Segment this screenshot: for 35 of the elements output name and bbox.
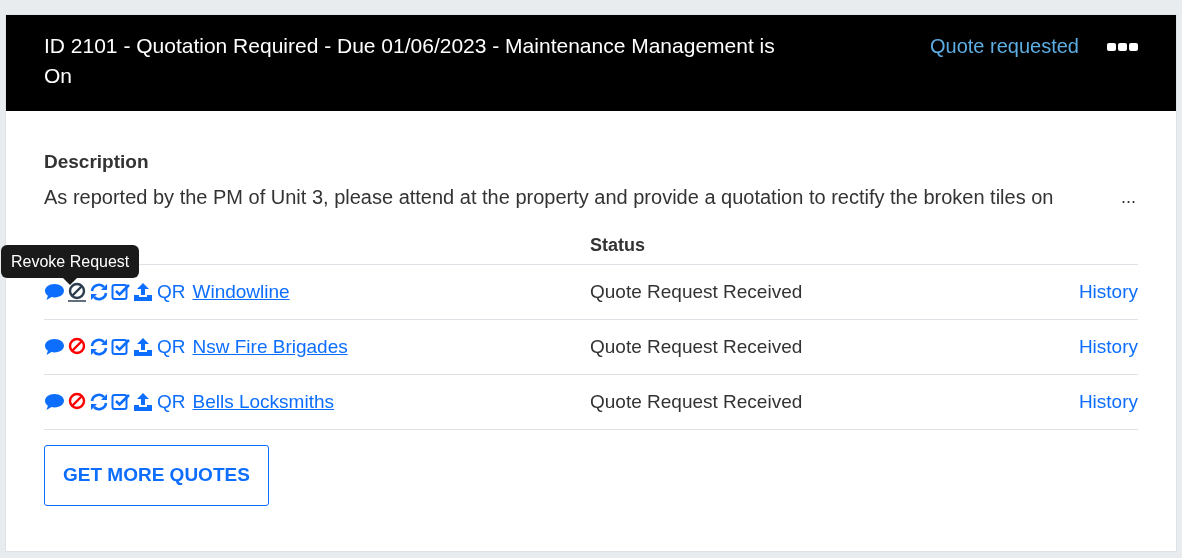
refresh-icon[interactable]	[89, 393, 109, 411]
prefix-text: QR	[157, 389, 186, 414]
refresh-icon[interactable]	[89, 338, 109, 356]
get-more-quotes-button[interactable]: GET MORE QUOTES	[44, 445, 269, 506]
status-text: Quote requested	[930, 34, 1079, 59]
chat-icon[interactable]	[44, 283, 65, 301]
more-icon[interactable]	[1107, 43, 1138, 51]
upload-icon[interactable]	[133, 283, 153, 301]
upload-icon[interactable]	[133, 338, 153, 356]
column-header: Status	[590, 234, 645, 257]
history-link[interactable]: History	[1078, 332, 1138, 362]
prefix-text: QR	[157, 279, 186, 304]
status-cell-text: Quote Request Received	[590, 389, 804, 414]
contractor-link[interactable]: Nsw Fire Brigades	[192, 332, 348, 362]
history-link[interactable]: History	[1078, 277, 1138, 307]
history-link[interactable]: History	[1078, 387, 1138, 417]
status-cell-text: Quote Request Received	[590, 334, 804, 359]
refresh-icon[interactable]	[89, 283, 109, 301]
checkbox-icon[interactable]	[111, 338, 131, 356]
description-text: As reported by the PM of Unit 3, please attend at the property and provide a quotation to rectify the broken tiles on	[44, 185, 1054, 209]
chat-icon[interactable]	[44, 338, 65, 356]
prefix-text: QR	[157, 334, 186, 359]
description-label: Description	[44, 150, 150, 174]
contractor-link[interactable]: Bells Locksmiths	[192, 387, 334, 417]
contractor-link[interactable]: Windowline	[192, 277, 290, 307]
tooltip-arrow-icon	[63, 278, 78, 285]
tooltip: Revoke Request	[1, 245, 140, 278]
more-text: ...	[1121, 186, 1137, 209]
checkbox-icon[interactable]	[111, 393, 131, 411]
chat-icon[interactable]	[44, 393, 65, 411]
prohibited-icon[interactable]	[67, 282, 87, 302]
card-title: ID 2101 - Quotation Required - Due 01/06/2023 - Maintenance Management is On	[44, 33, 776, 89]
status-cell-text: Quote Request Received	[590, 279, 804, 304]
checkbox-icon[interactable]	[111, 283, 131, 301]
upload-icon[interactable]	[133, 393, 153, 411]
